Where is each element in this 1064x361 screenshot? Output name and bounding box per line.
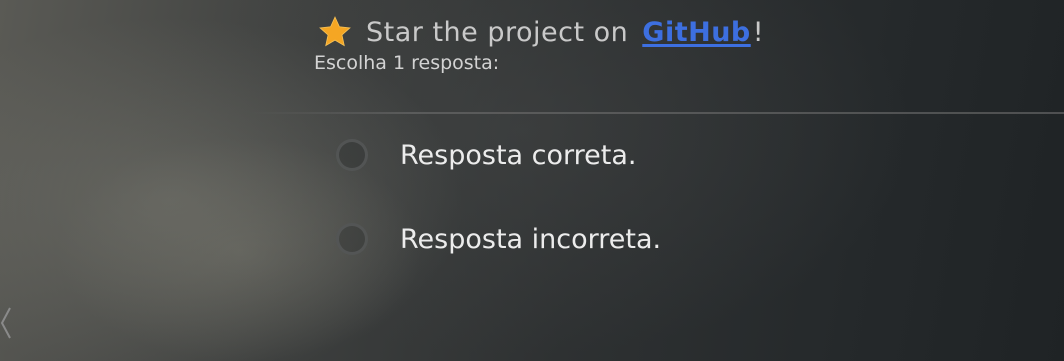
chevron-left-icon[interactable] bbox=[0, 306, 12, 340]
quiz-screen: Star the project on GitHub ! Escolha 1 r… bbox=[0, 0, 1064, 361]
question-instruction: Escolha 1 resposta: bbox=[314, 52, 500, 74]
star-banner-suffix: ! bbox=[752, 16, 765, 48]
answer-label: Resposta correta. bbox=[400, 139, 637, 171]
star-banner-text: Star the project on bbox=[366, 16, 629, 48]
answer-label: Resposta incorreta. bbox=[400, 223, 662, 255]
github-link[interactable]: GitHub bbox=[642, 17, 750, 48]
star-banner: Star the project on GitHub ! bbox=[318, 14, 764, 50]
star-icon bbox=[318, 15, 352, 49]
radio-button[interactable] bbox=[336, 139, 368, 171]
answer-option-incorrect[interactable]: Resposta incorreta. bbox=[336, 217, 661, 261]
divider bbox=[250, 112, 1064, 114]
answer-option-correct[interactable]: Resposta correta. bbox=[336, 133, 637, 177]
radio-button[interactable] bbox=[336, 223, 368, 255]
